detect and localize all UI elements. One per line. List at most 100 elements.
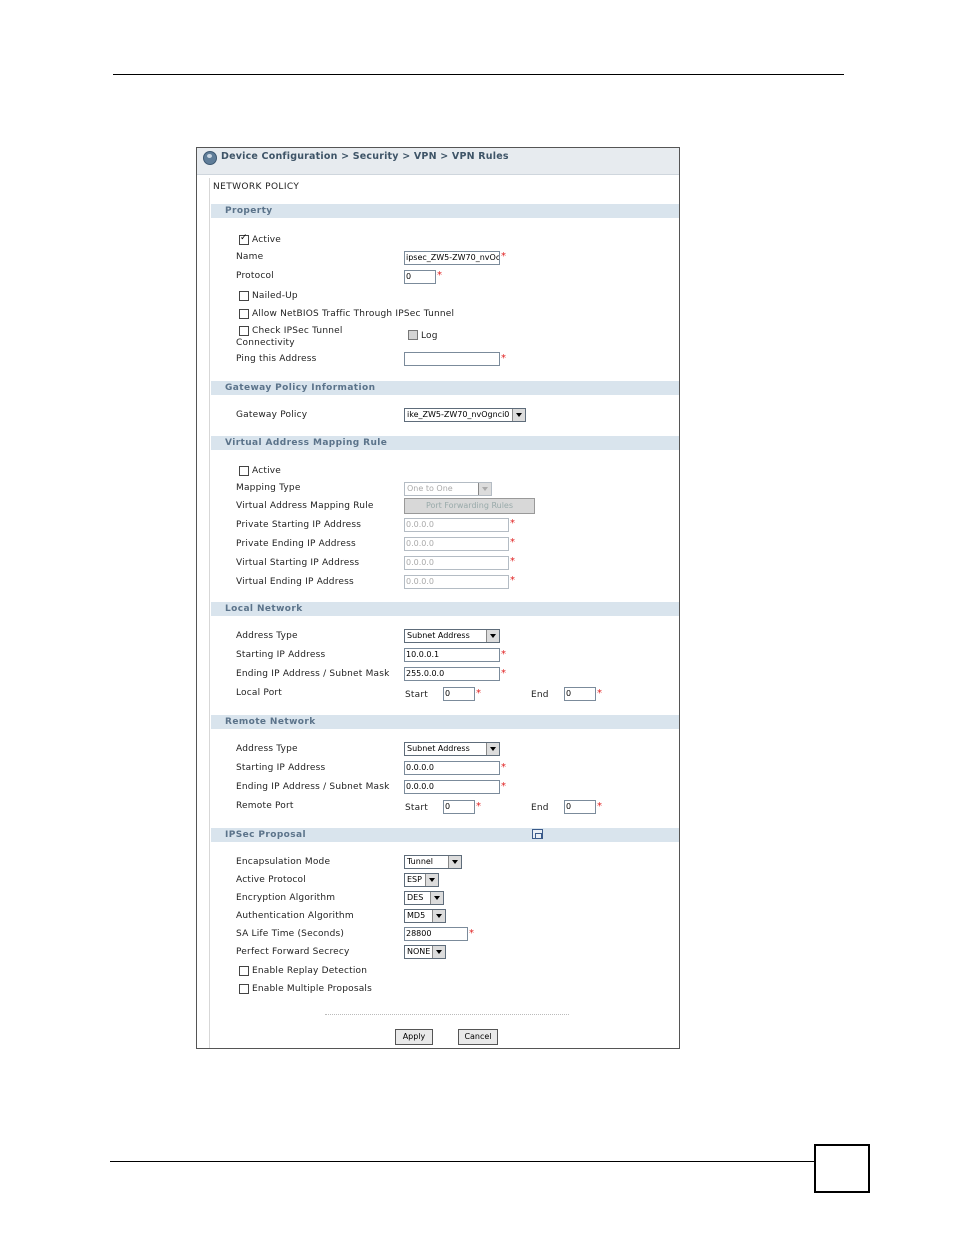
remote-address-type-select[interactable]: Subnet Address bbox=[404, 742, 500, 756]
chevron-down-icon bbox=[448, 856, 461, 868]
remote-port-start-input[interactable]: 0 bbox=[443, 800, 475, 814]
breadcrumb: Device Configuration > Security > VPN > … bbox=[221, 151, 509, 162]
encryption-select[interactable]: DES bbox=[404, 891, 444, 905]
local-address-type-select[interactable]: Subnet Address bbox=[404, 629, 500, 643]
cancel-button[interactable]: Cancel bbox=[458, 1029, 498, 1045]
sa-lifetime-label: SA Life Time (Seconds) bbox=[236, 929, 345, 939]
page-number-box bbox=[814, 1144, 870, 1193]
chevron-down-icon bbox=[425, 874, 438, 886]
virtual-start-input[interactable]: 0.0.0.0 bbox=[404, 556, 509, 570]
local-port-start-input[interactable]: 0 bbox=[443, 687, 475, 701]
local-end-ip-label: Ending IP Address / Subnet Mask bbox=[236, 669, 390, 679]
required-marker: * bbox=[501, 649, 506, 660]
private-start-input[interactable]: 0.0.0.0 bbox=[404, 518, 509, 532]
ping-input[interactable] bbox=[404, 352, 500, 366]
section-ipsec-proposal: IPSec Proposal bbox=[211, 828, 679, 842]
advanced-edit-icon[interactable] bbox=[532, 829, 543, 839]
check-tunnel-label-2: Connectivity bbox=[236, 338, 295, 348]
required-marker: * bbox=[510, 556, 515, 567]
section-title: Remote Network bbox=[225, 717, 316, 727]
local-port-end-input[interactable]: 0 bbox=[564, 687, 596, 701]
chevron-down-icon bbox=[486, 743, 499, 755]
nailed-up-label: Nailed-Up bbox=[252, 291, 298, 301]
sa-lifetime-input[interactable]: 28800 bbox=[404, 927, 468, 941]
page-title: NETWORK POLICY bbox=[213, 182, 300, 192]
globe-icon bbox=[203, 151, 217, 165]
page-header-rule bbox=[113, 74, 844, 75]
section-title: Gateway Policy Information bbox=[225, 383, 376, 393]
divider bbox=[325, 1014, 569, 1015]
remote-end-ip-input[interactable]: 0.0.0.0 bbox=[404, 780, 500, 794]
local-end-ip-input[interactable]: 255.0.0.0 bbox=[404, 667, 500, 681]
log-checkbox[interactable] bbox=[408, 330, 418, 340]
gateway-policy-label: Gateway Policy bbox=[236, 410, 308, 420]
authentication-value: MD5 bbox=[407, 911, 426, 920]
virtual-active-checkbox[interactable] bbox=[239, 466, 249, 476]
encap-mode-value: Tunnel bbox=[407, 857, 434, 866]
port-forwarding-rules-button[interactable]: Port Forwarding Rules bbox=[404, 498, 535, 514]
remote-start-ip-label: Starting IP Address bbox=[236, 763, 326, 773]
required-marker: * bbox=[597, 688, 602, 699]
required-marker: * bbox=[510, 518, 515, 529]
remote-port-label: Remote Port bbox=[236, 801, 294, 811]
remote-port-start-label: Start bbox=[405, 803, 428, 813]
required-marker: * bbox=[501, 251, 506, 262]
required-marker: * bbox=[510, 537, 515, 548]
netbios-checkbox[interactable] bbox=[239, 309, 249, 319]
mapping-type-label: Mapping Type bbox=[236, 483, 301, 493]
nailed-up-checkbox[interactable] bbox=[239, 291, 249, 301]
active-label: Active bbox=[252, 235, 282, 245]
active-checkbox[interactable] bbox=[239, 233, 249, 245]
protocol-input[interactable]: 0 bbox=[404, 270, 436, 284]
encap-mode-label: Encapsulation Mode bbox=[236, 857, 331, 867]
local-port-end-label: End bbox=[531, 690, 549, 700]
remote-start-ip-input[interactable]: 0.0.0.0 bbox=[404, 761, 500, 775]
local-start-ip-input[interactable]: 10.0.0.1 bbox=[404, 648, 500, 662]
required-marker: * bbox=[510, 575, 515, 586]
required-marker: * bbox=[501, 668, 506, 679]
mapping-type-select[interactable]: One to One bbox=[404, 482, 492, 496]
remote-address-type-value: Subnet Address bbox=[407, 744, 470, 753]
remote-port-end-label: End bbox=[531, 803, 549, 813]
active-protocol-label: Active Protocol bbox=[236, 875, 306, 885]
apply-button[interactable]: Apply bbox=[395, 1029, 433, 1045]
required-marker: * bbox=[597, 801, 602, 812]
mapping-type-value: One to One bbox=[407, 484, 453, 493]
virtual-end-input[interactable]: 0.0.0.0 bbox=[404, 575, 509, 589]
active-protocol-select[interactable]: ESP bbox=[404, 873, 439, 887]
section-title: Virtual Address Mapping Rule bbox=[225, 438, 388, 448]
protocol-label: Protocol bbox=[236, 271, 274, 281]
ping-label: Ping this Address bbox=[236, 354, 317, 364]
multiple-proposals-checkbox[interactable] bbox=[239, 984, 249, 994]
check-tunnel-checkbox[interactable] bbox=[239, 326, 249, 336]
section-virtual-mapping: Virtual Address Mapping Rule bbox=[211, 436, 679, 450]
pfs-select[interactable]: NONE bbox=[404, 945, 446, 959]
required-marker: * bbox=[437, 270, 442, 281]
chevron-down-icon bbox=[430, 892, 443, 904]
vpn-rules-window: Device Configuration > Security > VPN > … bbox=[196, 147, 680, 1049]
active-protocol-value: ESP bbox=[407, 875, 422, 884]
replay-detection-checkbox[interactable] bbox=[239, 966, 249, 976]
private-end-input[interactable]: 0.0.0.0 bbox=[404, 537, 509, 551]
page-footer-rule bbox=[110, 1161, 815, 1162]
encap-mode-select[interactable]: Tunnel bbox=[404, 855, 462, 869]
section-title: Local Network bbox=[225, 604, 303, 614]
section-gateway: Gateway Policy Information bbox=[211, 381, 679, 395]
section-local-network: Local Network bbox=[211, 602, 679, 616]
section-title: IPSec Proposal bbox=[225, 830, 306, 840]
pfs-value: NONE bbox=[407, 947, 431, 956]
virtual-end-label: Virtual Ending IP Address bbox=[236, 577, 354, 587]
remote-port-end-input[interactable]: 0 bbox=[564, 800, 596, 814]
chevron-down-icon bbox=[486, 630, 499, 642]
virtual-start-label: Virtual Starting IP Address bbox=[236, 558, 360, 568]
netbios-label: Allow NetBIOS Traffic Through IPSec Tunn… bbox=[252, 309, 455, 319]
local-port-start-label: Start bbox=[405, 690, 428, 700]
encryption-label: Encryption Algorithm bbox=[236, 893, 336, 903]
mapping-rule-label: Virtual Address Mapping Rule bbox=[236, 501, 374, 511]
gateway-policy-select[interactable]: ike_ZW5-ZW70_nvOgnci0 bbox=[404, 408, 526, 422]
authentication-select[interactable]: MD5 bbox=[404, 909, 446, 923]
private-start-label: Private Starting IP Address bbox=[236, 520, 362, 530]
virtual-active-label: Active bbox=[252, 466, 282, 476]
name-input[interactable]: ipsec_ZW5-ZW70_nvOc bbox=[404, 251, 500, 265]
required-marker: * bbox=[476, 688, 481, 699]
